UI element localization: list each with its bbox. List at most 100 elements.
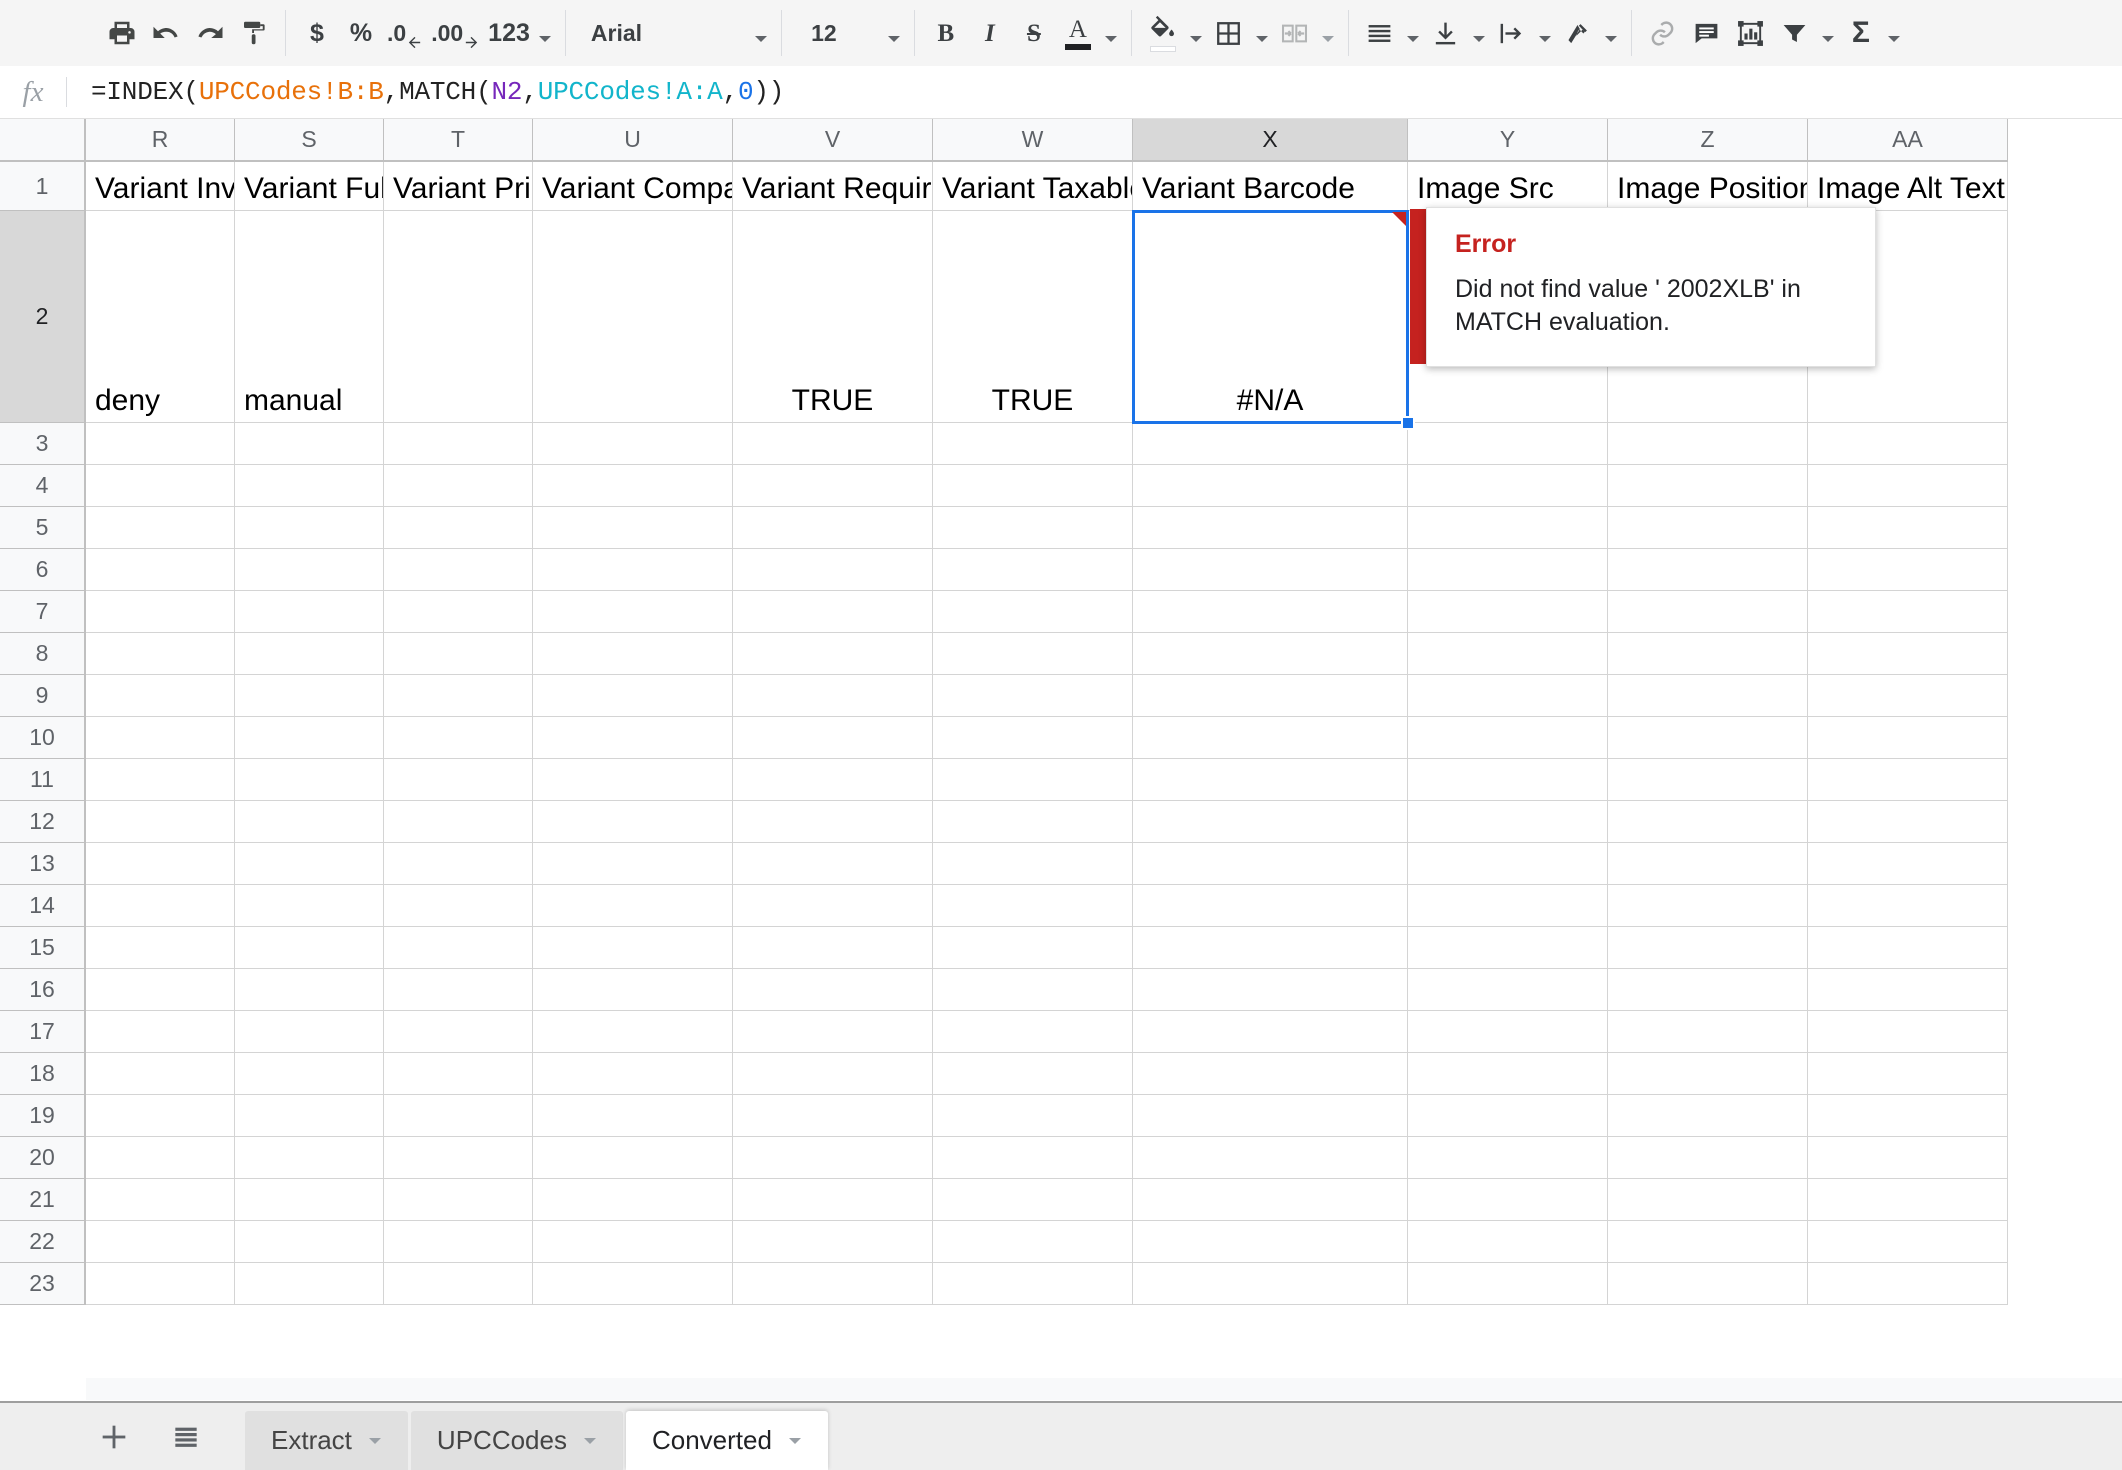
- undo-icon[interactable]: [144, 11, 188, 55]
- fill-color-chevron-down-icon[interactable]: [1185, 11, 1207, 55]
- cell-Y10[interactable]: [1408, 717, 1608, 759]
- cell-V5[interactable]: [733, 507, 933, 549]
- cell-U17[interactable]: [533, 1011, 733, 1053]
- row-header-12[interactable]: 12: [0, 801, 86, 843]
- cell-Z19[interactable]: [1608, 1095, 1808, 1137]
- cell-X12[interactable]: [1133, 801, 1408, 843]
- horizontal-align-chevron-down-icon[interactable]: [1402, 11, 1424, 55]
- cell-AA5[interactable]: [1808, 507, 2008, 549]
- cell-U4[interactable]: [533, 465, 733, 507]
- cell-T16[interactable]: [384, 969, 533, 1011]
- cell-Y8[interactable]: [1408, 633, 1608, 675]
- row-header-16[interactable]: 16: [0, 969, 86, 1011]
- row-header-10[interactable]: 10: [0, 717, 86, 759]
- cell-R12[interactable]: [86, 801, 235, 843]
- cell-Z11[interactable]: [1608, 759, 1808, 801]
- cell-AA20[interactable]: [1808, 1137, 2008, 1179]
- cell-V10[interactable]: [733, 717, 933, 759]
- vertical-align-icon[interactable]: [1424, 11, 1468, 55]
- cell-Y12[interactable]: [1408, 801, 1608, 843]
- cell-AA6[interactable]: [1808, 549, 2008, 591]
- cell-U11[interactable]: [533, 759, 733, 801]
- font-family-selector[interactable]: Arial: [575, 11, 750, 55]
- cell-R2[interactable]: deny: [86, 211, 235, 423]
- cell-V7[interactable]: [733, 591, 933, 633]
- cell-X8[interactable]: [1133, 633, 1408, 675]
- cell-Y14[interactable]: [1408, 885, 1608, 927]
- cell-T22[interactable]: [384, 1221, 533, 1263]
- error-triangle-icon[interactable]: [1392, 212, 1406, 226]
- cell-Z17[interactable]: [1608, 1011, 1808, 1053]
- cell-U20[interactable]: [533, 1137, 733, 1179]
- cell-R14[interactable]: [86, 885, 235, 927]
- insert-chart-icon[interactable]: [1729, 11, 1773, 55]
- cell-U1[interactable]: Variant Compare At Price: [533, 162, 733, 211]
- cell-V4[interactable]: [733, 465, 933, 507]
- percent-format-button[interactable]: %: [339, 11, 383, 55]
- cell-S16[interactable]: [235, 969, 384, 1011]
- cell-X13[interactable]: [1133, 843, 1408, 885]
- cell-Y11[interactable]: [1408, 759, 1608, 801]
- sheet-tab-chevron-down-icon[interactable]: [579, 1437, 601, 1444]
- column-header-U[interactable]: U: [533, 119, 733, 162]
- row-header-14[interactable]: 14: [0, 885, 86, 927]
- cell-R8[interactable]: [86, 633, 235, 675]
- cell-W20[interactable]: [933, 1137, 1133, 1179]
- cell-X11[interactable]: [1133, 759, 1408, 801]
- cell-AA14[interactable]: [1808, 885, 2008, 927]
- cell-T19[interactable]: [384, 1095, 533, 1137]
- cell-R1[interactable]: Variant Inventory Policy: [86, 162, 235, 211]
- cell-S15[interactable]: [235, 927, 384, 969]
- cell-S3[interactable]: [235, 423, 384, 465]
- bold-button[interactable]: B: [924, 11, 968, 55]
- row-header-1[interactable]: 1: [0, 162, 86, 211]
- column-header-W[interactable]: W: [933, 119, 1133, 162]
- cell-AA15[interactable]: [1808, 927, 2008, 969]
- cell-V23[interactable]: [733, 1263, 933, 1305]
- column-header-S[interactable]: S: [235, 119, 384, 162]
- cell-T14[interactable]: [384, 885, 533, 927]
- cell-T3[interactable]: [384, 423, 533, 465]
- cell-X15[interactable]: [1133, 927, 1408, 969]
- text-color-chevron-down-icon[interactable]: [1100, 11, 1122, 55]
- cell-Z6[interactable]: [1608, 549, 1808, 591]
- currency-format-button[interactable]: $: [295, 11, 339, 55]
- cell-Y3[interactable]: [1408, 423, 1608, 465]
- row-header-9[interactable]: 9: [0, 675, 86, 717]
- cell-S22[interactable]: [235, 1221, 384, 1263]
- cell-S2[interactable]: manual: [235, 211, 384, 423]
- cell-W8[interactable]: [933, 633, 1133, 675]
- cell-R19[interactable]: [86, 1095, 235, 1137]
- cell-X22[interactable]: [1133, 1221, 1408, 1263]
- sheet-tab-chevron-down-icon[interactable]: [784, 1437, 806, 1444]
- row-header-4[interactable]: 4: [0, 465, 86, 507]
- cell-AA21[interactable]: [1808, 1179, 2008, 1221]
- cell-W13[interactable]: [933, 843, 1133, 885]
- row-header-3[interactable]: 3: [0, 423, 86, 465]
- cell-Z1[interactable]: Image Position: [1608, 162, 1808, 211]
- cell-S14[interactable]: [235, 885, 384, 927]
- text-rotation-chevron-down-icon[interactable]: [1600, 11, 1622, 55]
- cell-R17[interactable]: [86, 1011, 235, 1053]
- sheet-tab-converted[interactable]: Converted: [625, 1411, 828, 1470]
- cell-Z21[interactable]: [1608, 1179, 1808, 1221]
- cell-S18[interactable]: [235, 1053, 384, 1095]
- cell-R18[interactable]: [86, 1053, 235, 1095]
- cell-U14[interactable]: [533, 885, 733, 927]
- column-header-Y[interactable]: Y: [1408, 119, 1608, 162]
- cell-S20[interactable]: [235, 1137, 384, 1179]
- cell-W3[interactable]: [933, 423, 1133, 465]
- column-header-R[interactable]: R: [86, 119, 235, 162]
- cell-S8[interactable]: [235, 633, 384, 675]
- insert-link-icon[interactable]: [1641, 11, 1685, 55]
- cell-Y19[interactable]: [1408, 1095, 1608, 1137]
- column-header-AA[interactable]: AA: [1808, 119, 2008, 162]
- cell-V21[interactable]: [733, 1179, 933, 1221]
- cell-W23[interactable]: [933, 1263, 1133, 1305]
- horizontal-scrollbar-track[interactable]: [86, 1378, 2122, 1400]
- cell-W16[interactable]: [933, 969, 1133, 1011]
- row-header-17[interactable]: 17: [0, 1011, 86, 1053]
- cell-X5[interactable]: [1133, 507, 1408, 549]
- cell-Z7[interactable]: [1608, 591, 1808, 633]
- cell-T15[interactable]: [384, 927, 533, 969]
